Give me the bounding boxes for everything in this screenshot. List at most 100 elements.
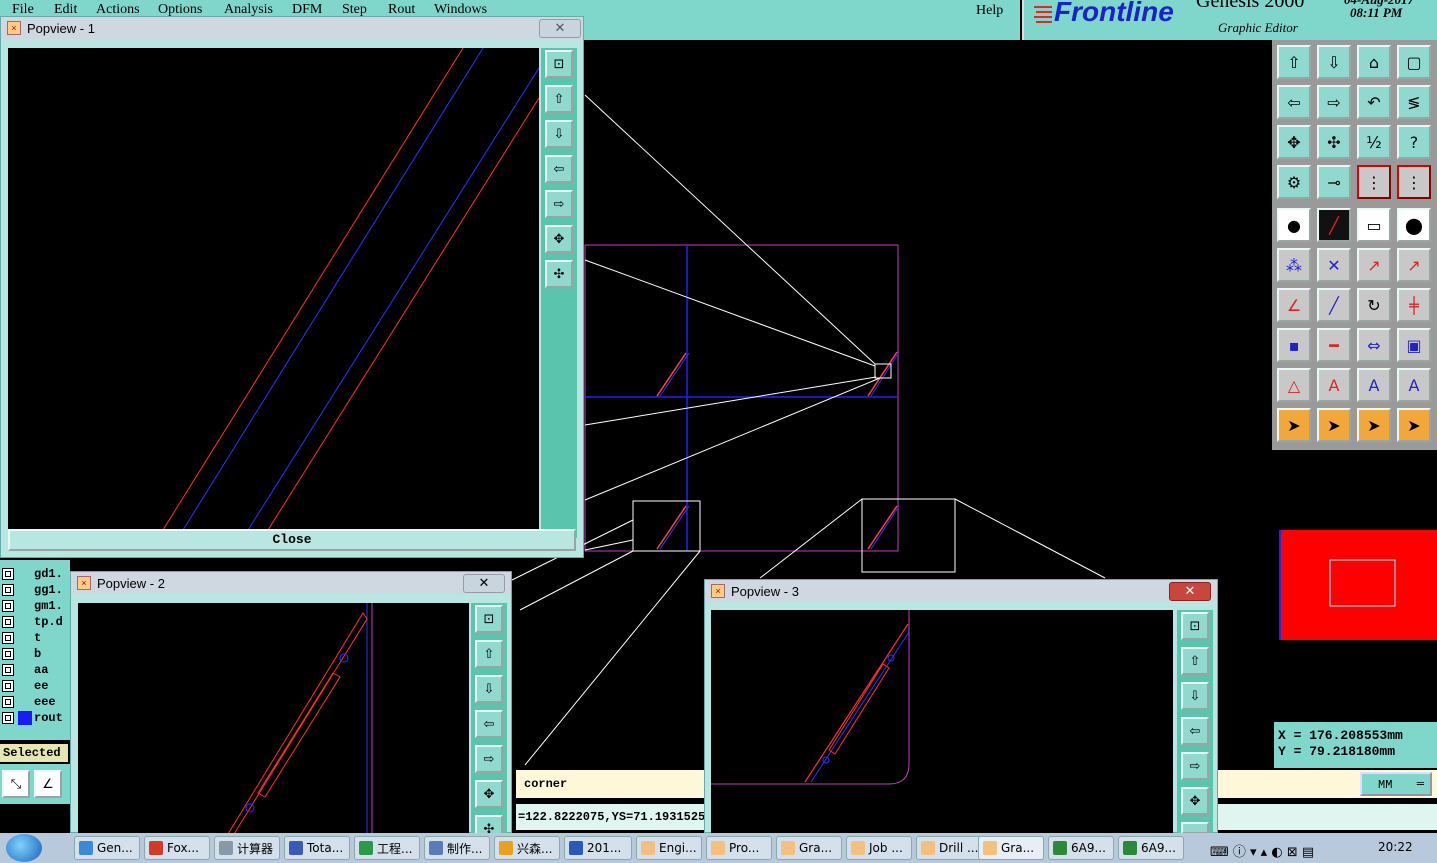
pan-down-icon[interactable]: ⇩ <box>475 675 503 703</box>
taskbar-item[interactable]: Tota... <box>284 836 350 860</box>
tools-icon[interactable]: ⚙ <box>1277 165 1311 199</box>
select-net-icon[interactable]: ➤ <box>1397 408 1431 442</box>
close-icon[interactable]: ✕ <box>463 574 505 593</box>
taskbar-item[interactable]: 制作... <box>424 836 490 860</box>
layer-row[interactable]: gg1. <box>2 582 63 598</box>
tray-icons[interactable]: ⌨ ⓘ ▾ ▴ ◐ ⊠ ▤ <box>1210 841 1314 860</box>
popview-1-canvas[interactable] <box>8 48 539 538</box>
text-move-icon[interactable]: A <box>1397 368 1431 402</box>
zoom-fit-icon[interactable]: ✥ <box>1181 787 1209 815</box>
zoom-window-icon[interactable]: ⊡ <box>475 605 503 633</box>
pan-left-icon[interactable]: ⇦ <box>1181 717 1209 745</box>
layer-checkbox[interactable] <box>2 664 14 676</box>
move-icon[interactable]: ↗ <box>1357 248 1391 282</box>
taskbar-item[interactable]: 201... <box>564 836 632 860</box>
taskbar-item[interactable]: Drill ... <box>916 836 982 860</box>
net-icon[interactable]: ⋮ <box>1357 165 1391 199</box>
layer-row[interactable]: t <box>2 630 41 646</box>
close-icon[interactable]: ✕ <box>1169 582 1211 601</box>
pan-down-icon[interactable]: ⇩ <box>1317 45 1351 79</box>
pan-down-icon[interactable]: ⇩ <box>1181 682 1209 710</box>
pan-left-icon[interactable]: ⇦ <box>545 155 573 183</box>
pan-up-icon[interactable]: ⇧ <box>545 85 573 113</box>
pan-right-icon[interactable]: ⇨ <box>475 745 503 773</box>
popview-close-button[interactable]: Close <box>8 529 576 551</box>
help-icon[interactable]: ? <box>1397 125 1431 159</box>
pan-up-icon[interactable]: ⇧ <box>1277 45 1311 79</box>
mirror-icon[interactable]: ╪ <box>1397 288 1431 322</box>
layer-checkbox[interactable] <box>2 632 14 644</box>
taskbar-item[interactable]: 计算器 <box>214 836 280 860</box>
connect-icon[interactable]: ⁂ <box>1277 248 1311 282</box>
delete-feature-icon[interactable]: ✕ <box>1317 248 1351 282</box>
angle-tool-icon[interactable]: ∠ <box>34 770 62 798</box>
layer-row[interactable]: eee <box>2 694 56 710</box>
zoom-window-icon[interactable]: ⊡ <box>1181 612 1209 640</box>
zoom-window-icon[interactable]: ▢ <box>1397 45 1431 79</box>
popview-1-titlebar[interactable]: × Popview - 1 <box>1 17 583 39</box>
close-icon[interactable]: ✕ <box>539 19 581 38</box>
pan-right-icon[interactable]: ⇨ <box>545 190 573 218</box>
layer-row[interactable]: gm1. <box>2 598 63 614</box>
unit-selector[interactable]: MM ═ <box>1360 772 1432 796</box>
layer-checkbox[interactable] <box>2 712 14 724</box>
angle-icon[interactable]: ∠ <box>1277 288 1311 322</box>
zoom-fit-icon[interactable]: ✥ <box>475 780 503 808</box>
pad-transform-icon[interactable]: ▪ <box>1277 328 1311 362</box>
taskbar-item-active[interactable]: Gra... <box>978 836 1044 860</box>
text-edit-icon[interactable]: A <box>1357 368 1391 402</box>
start-button[interactable] <box>6 834 42 862</box>
popview-3-titlebar[interactable]: × Popview - 3 <box>705 580 1217 602</box>
taskbar-item[interactable]: 工程... <box>354 836 420 860</box>
triangle-icon[interactable]: △ <box>1277 368 1311 402</box>
layer-row[interactable]: ee <box>2 678 48 694</box>
measure-icon[interactable]: ▭ <box>1357 208 1391 242</box>
pad-array-icon[interactable]: ▣ <box>1397 328 1431 362</box>
zoom-fit-icon[interactable]: ✥ <box>545 225 573 253</box>
overview-map[interactable] <box>1275 450 1437 722</box>
taskbar-item[interactable]: 兴森... <box>494 836 560 860</box>
zoom-home-icon[interactable]: ✣ <box>1317 125 1351 159</box>
resize-icon[interactable]: ⇔ <box>1357 328 1391 362</box>
taskbar-item[interactable]: Job ... <box>846 836 912 860</box>
break-line-icon[interactable]: ━ <box>1317 328 1351 362</box>
menu-help[interactable]: Help <box>976 3 1003 19</box>
taskbar-item[interactable]: Engi... <box>636 836 702 860</box>
pan-left-icon[interactable]: ⇦ <box>475 710 503 738</box>
pan-left-icon[interactable]: ⇦ <box>1277 85 1311 119</box>
redraw-icon[interactable]: ≶ <box>1397 85 1431 119</box>
zoom-fit-icon[interactable]: ✥ <box>1277 125 1311 159</box>
add-pad-icon[interactable]: ● <box>1277 208 1311 242</box>
layer-checkbox[interactable] <box>2 600 14 612</box>
layer-checkbox[interactable] <box>2 680 14 692</box>
taskbar-item[interactable]: 6A9... <box>1118 836 1184 860</box>
pan-right-icon[interactable]: ⇨ <box>1317 85 1351 119</box>
select-arrow-icon[interactable]: ➤ <box>1277 408 1311 442</box>
pan-right-icon[interactable]: ⇨ <box>1181 752 1209 780</box>
popview-2-canvas[interactable] <box>78 603 469 834</box>
layer-row[interactable]: gd1. <box>2 566 63 582</box>
pan-down-icon[interactable]: ⇩ <box>545 120 573 148</box>
layer-row[interactable]: tp.d <box>2 614 63 630</box>
slope-line-icon[interactable]: ╱ <box>1317 288 1351 322</box>
layer-row[interactable]: rout <box>2 710 63 726</box>
home-icon[interactable]: ⌂ <box>1357 45 1391 79</box>
pan-up-icon[interactable]: ⇧ <box>475 640 503 668</box>
pan-up-icon[interactable]: ⇧ <box>1181 647 1209 675</box>
layer-checkbox[interactable] <box>2 696 14 708</box>
taskbar-item[interactable]: 6A9... <box>1048 836 1114 860</box>
copy-icon[interactable]: ↗ <box>1397 248 1431 282</box>
layer-checkbox[interactable] <box>2 568 14 580</box>
resize-window-icon[interactable]: ⤡ <box>2 770 30 798</box>
add-line-icon[interactable]: ╱ <box>1317 208 1351 242</box>
net-select-icon[interactable]: ⋮ <box>1397 165 1431 199</box>
add-surface-icon[interactable]: ⬤ <box>1397 208 1431 242</box>
layer-row[interactable]: aa <box>2 662 48 678</box>
text-a-icon[interactable]: A <box>1317 368 1351 402</box>
scale-1-2-icon[interactable]: ½ <box>1357 125 1391 159</box>
popview-3-canvas[interactable] <box>711 610 1173 834</box>
taskbar-item[interactable]: Gra... <box>776 836 842 860</box>
layer-checkbox[interactable] <box>2 648 14 660</box>
popview-2-titlebar[interactable]: × Popview - 2 <box>71 572 511 594</box>
undo-view-icon[interactable]: ↶ <box>1357 85 1391 119</box>
